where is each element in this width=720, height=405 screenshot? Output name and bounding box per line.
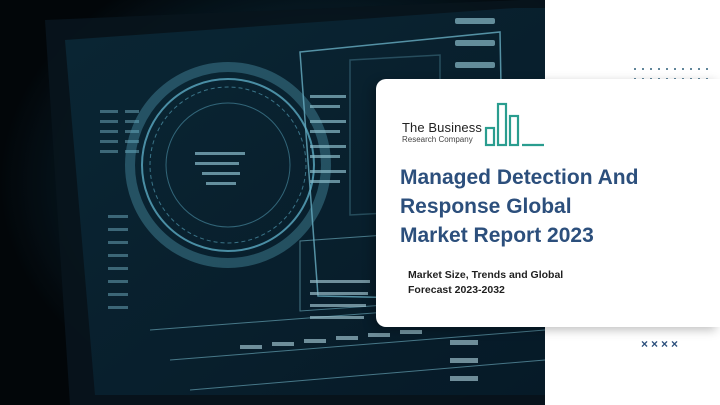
report-title: Managed Detection And Response Global Ma… <box>400 163 700 250</box>
report-subtitle: Market Size, Trends and Global Forecast … <box>408 268 668 298</box>
report-subtitle-line-1: Market Size, Trends and Global <box>408 269 564 281</box>
report-title-line-3: Market Report 2023 <box>400 224 594 247</box>
logo-name: The Business <box>402 120 482 135</box>
logo-subtitle: Research Company <box>402 135 473 144</box>
report-card: The Business Research Company Managed De… <box>376 79 720 327</box>
decorative-x-marks: ×××× <box>641 337 682 351</box>
report-title-line-1: Managed Detection And <box>400 166 639 189</box>
bar-chart-icon <box>484 102 544 147</box>
report-title-line-2: Response Global <box>400 195 572 218</box>
company-logo: The Business Research Company <box>402 102 544 147</box>
report-subtitle-line-2: Forecast 2023-2032 <box>408 284 505 296</box>
